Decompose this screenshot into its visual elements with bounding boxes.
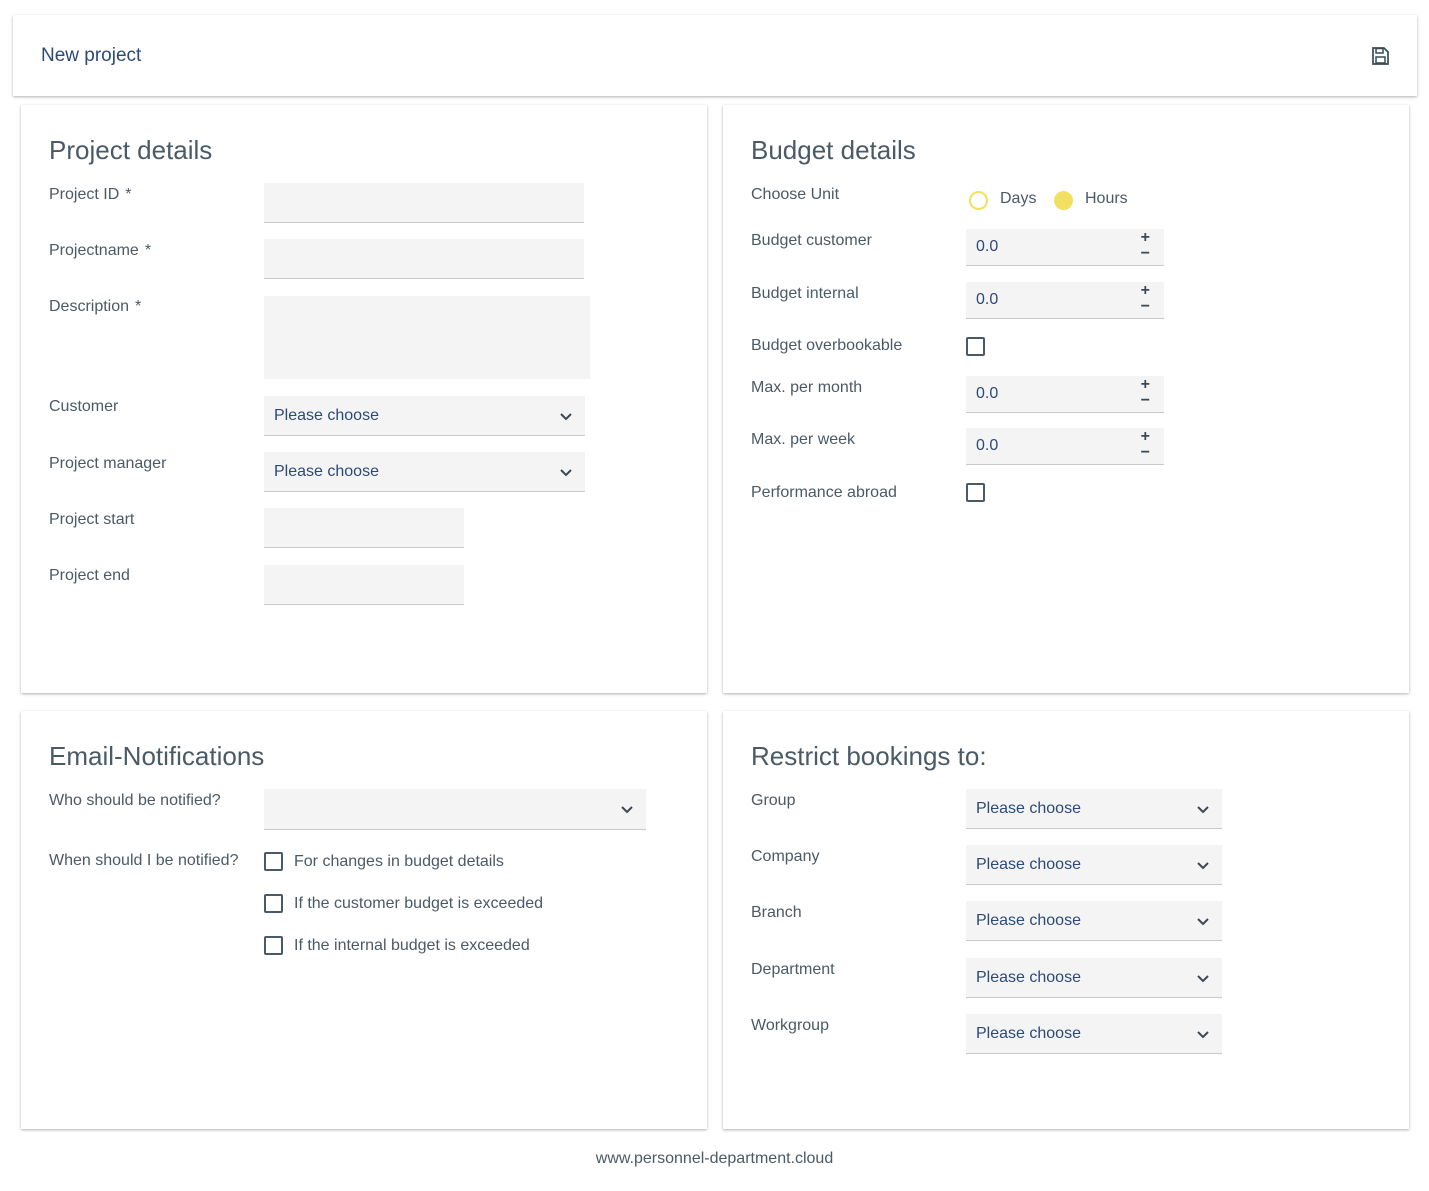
project-details-panel: Project details Project ID * Projectname *… bbox=[21, 105, 707, 693]
header-bar: New project bbox=[13, 15, 1417, 96]
minus-icon[interactable]: − bbox=[1141, 445, 1150, 461]
plus-icon[interactable]: + bbox=[1141, 283, 1150, 299]
project-manager-label: Project manager bbox=[49, 455, 167, 472]
max-per-week-stepper[interactable]: 0.0 + − bbox=[966, 428, 1164, 465]
days-radio-label: Days bbox=[1000, 190, 1037, 207]
chevron-down-icon bbox=[1197, 1031, 1209, 1039]
branch-select[interactable]: Please choose bbox=[966, 901, 1222, 941]
email-notifications-panel: Email-Notifications Who should be notifi… bbox=[21, 711, 707, 1129]
notify-budget-changes-label: For changes in budget details bbox=[294, 853, 504, 870]
branch-label: Branch bbox=[751, 904, 802, 921]
budget-details-panel: Budget details Choose Unit Days Hours Bu… bbox=[723, 105, 1409, 693]
notify-customer-budget-exceeded-checkbox[interactable] bbox=[264, 894, 283, 913]
chevron-down-icon bbox=[621, 806, 633, 814]
description-field[interactable] bbox=[264, 296, 590, 379]
minus-icon[interactable]: − bbox=[1141, 393, 1150, 409]
chevron-down-icon bbox=[1197, 975, 1209, 983]
budget-customer-stepper[interactable]: 0.0 + − bbox=[966, 229, 1164, 266]
who-notified-label: Who should be notified? bbox=[49, 792, 221, 809]
required-mark: * bbox=[125, 186, 132, 203]
project-manager-select[interactable]: Please choose bbox=[264, 452, 585, 492]
budget-internal-label: Budget internal bbox=[751, 285, 859, 302]
plus-icon[interactable]: + bbox=[1141, 377, 1150, 393]
page-title: New project bbox=[41, 45, 142, 66]
footer-text: www.personnel-department.cloud bbox=[595, 1150, 834, 1167]
panel-title: Restrict bookings to: bbox=[751, 741, 987, 771]
chevron-down-icon bbox=[560, 469, 572, 477]
performance-abroad-label: Performance abroad bbox=[751, 484, 897, 501]
notify-internal-budget-exceeded-label: If the internal budget is exceeded bbox=[294, 937, 530, 954]
plus-icon[interactable]: + bbox=[1141, 429, 1150, 445]
hours-radio[interactable] bbox=[1054, 191, 1073, 210]
max-per-month-label: Max. per month bbox=[751, 379, 863, 396]
company-label: Company bbox=[751, 848, 820, 865]
department-select[interactable]: Please choose bbox=[966, 958, 1222, 998]
required-mark: * bbox=[135, 298, 142, 315]
project-end-field[interactable] bbox=[264, 565, 464, 605]
budget-overbookable-label: Budget overbookable bbox=[751, 337, 903, 354]
description-label: Description * bbox=[49, 298, 142, 315]
save-icon[interactable] bbox=[1370, 46, 1390, 66]
minus-icon[interactable]: − bbox=[1141, 299, 1150, 315]
workgroup-select[interactable]: Please choose bbox=[966, 1014, 1222, 1054]
panel-title: Project details bbox=[49, 135, 213, 165]
choose-unit-label: Choose Unit bbox=[751, 186, 840, 203]
plus-icon[interactable]: + bbox=[1141, 230, 1150, 246]
customer-label: Customer bbox=[49, 398, 119, 415]
notify-internal-budget-exceeded-checkbox[interactable] bbox=[264, 936, 283, 955]
days-radio[interactable] bbox=[969, 191, 988, 210]
chevron-down-icon bbox=[1197, 918, 1209, 926]
panel-title: Budget details bbox=[751, 135, 916, 165]
performance-abroad-checkbox[interactable] bbox=[966, 483, 985, 502]
company-select[interactable]: Please choose bbox=[966, 845, 1222, 885]
project-start-label: Project start bbox=[49, 511, 135, 528]
group-select[interactable]: Please choose bbox=[966, 789, 1222, 829]
minus-icon[interactable]: − bbox=[1141, 246, 1150, 262]
max-per-week-label: Max. per week bbox=[751, 431, 856, 448]
projectname-field[interactable] bbox=[264, 239, 584, 279]
customer-select[interactable]: Please choose bbox=[264, 396, 585, 436]
chevron-down-icon bbox=[1197, 806, 1209, 814]
budget-overbookable-checkbox[interactable] bbox=[966, 337, 985, 356]
hours-radio-label: Hours bbox=[1085, 190, 1128, 207]
budget-customer-label: Budget customer bbox=[751, 232, 872, 249]
project-id-field[interactable] bbox=[264, 183, 584, 223]
project-id-label: Project ID * bbox=[49, 186, 132, 203]
required-mark: * bbox=[144, 242, 152, 259]
max-per-month-stepper[interactable]: 0.0 + − bbox=[966, 376, 1164, 413]
projectname-label: Projectname * bbox=[49, 242, 152, 259]
chevron-down-icon bbox=[560, 413, 572, 421]
restrict-bookings-panel: Restrict bookings to: Group Please choos… bbox=[723, 711, 1409, 1129]
notify-budget-changes-checkbox[interactable] bbox=[264, 852, 283, 871]
department-label: Department bbox=[751, 961, 835, 978]
project-end-label: Project end bbox=[49, 567, 130, 584]
group-label: Group bbox=[751, 792, 796, 809]
panel-title: Email-Notifications bbox=[49, 741, 265, 771]
notify-customer-budget-exceeded-label: If the customer budget is exceeded bbox=[294, 895, 544, 912]
workgroup-label: Workgroup bbox=[751, 1017, 829, 1034]
chevron-down-icon bbox=[1197, 862, 1209, 870]
when-notified-label: When should I be notified? bbox=[49, 852, 239, 869]
budget-internal-stepper[interactable]: 0.0 + − bbox=[966, 282, 1164, 319]
who-notified-select[interactable] bbox=[264, 789, 646, 830]
project-start-field[interactable] bbox=[264, 508, 464, 548]
